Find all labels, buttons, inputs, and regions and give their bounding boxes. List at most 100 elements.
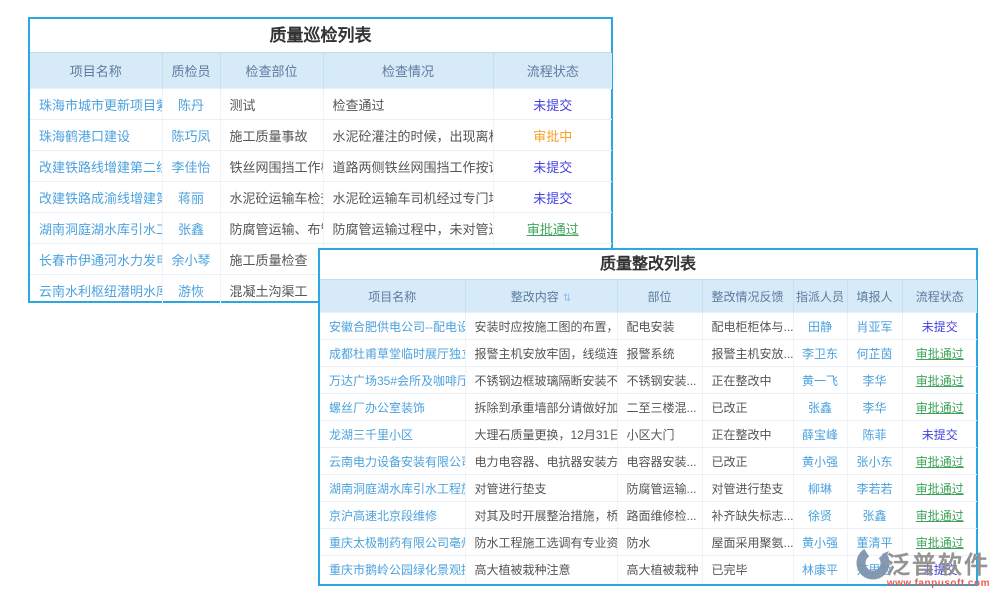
rectify-content-cell: 安装时应按施工图的布置，将...	[465, 313, 617, 340]
inspection-part-cell: 测试	[220, 89, 323, 120]
col-inspection-part: 检查部位	[220, 53, 323, 89]
col-assignee: 指派人员	[793, 280, 847, 313]
inspection-detail-cell: 检查通过	[323, 89, 493, 120]
project-name-cell[interactable]: 改建铁路成渝线增建第...	[30, 182, 162, 213]
project-name-cell[interactable]: 长春市伊通河水力发电...	[30, 244, 162, 275]
part-cell: 路面维修检...	[617, 502, 702, 529]
reporter-cell[interactable]: 陈菲	[847, 421, 902, 448]
status-cell[interactable]: 未提交	[902, 313, 977, 340]
inspection-part-cell: 施工质量检查	[220, 244, 323, 275]
status-cell[interactable]: 未提交	[493, 151, 612, 182]
rectify-content-cell: 对管进行垫支	[465, 475, 617, 502]
inspection-detail-cell: 道路两侧铁丝网围挡工作按设计...	[323, 151, 493, 182]
status-cell[interactable]: 审批通过	[902, 448, 977, 475]
reporter-cell[interactable]: 何芷茵	[847, 340, 902, 367]
inspector-cell[interactable]: 陈巧凤	[162, 120, 220, 151]
fanpu-logo-icon	[856, 546, 890, 580]
reporter-cell[interactable]: 李华	[847, 367, 902, 394]
assignee-cell[interactable]: 黄小强	[793, 448, 847, 475]
inspector-cell[interactable]: 余小琴	[162, 244, 220, 275]
table-row: 成都杜甫草堂临时展厅独立展...报警主机安放牢固，线缆连接...报警系统报警主机…	[320, 340, 977, 367]
project-name-cell[interactable]: 珠海市城市更新项目紫...	[30, 89, 162, 120]
assignee-cell[interactable]: 林康平	[793, 556, 847, 583]
assignee-cell[interactable]: 田静	[793, 313, 847, 340]
part-cell: 防腐管运输...	[617, 475, 702, 502]
status-cell[interactable]: 审批通过	[902, 394, 977, 421]
part-cell: 二至三楼混...	[617, 394, 702, 421]
project-name-cell[interactable]: 重庆市鹅岭公园绿化景观提升...	[320, 556, 465, 583]
status-cell[interactable]: 审批中	[493, 120, 612, 151]
part-cell: 小区大门	[617, 421, 702, 448]
project-name-cell[interactable]: 成都杜甫草堂临时展厅独立展...	[320, 340, 465, 367]
col-rectify-content[interactable]: 整改内容⇅	[465, 280, 617, 313]
assignee-cell[interactable]: 柳琳	[793, 475, 847, 502]
rectify-content-cell: 高大植被栽种注意	[465, 556, 617, 583]
project-name-cell[interactable]: 京沪高速北京段维修	[320, 502, 465, 529]
inspector-cell[interactable]: 李佳怡	[162, 151, 220, 182]
fanpu-watermark: 泛普软件 www.fanpusoft.com	[856, 545, 990, 589]
project-name-cell[interactable]: 龙湖三千里小区	[320, 421, 465, 448]
status-cell[interactable]: 审批通过	[493, 213, 612, 244]
col-inspector: 质检员	[162, 53, 220, 89]
status-cell[interactable]: 未提交	[493, 89, 612, 120]
assignee-cell[interactable]: 李卫东	[793, 340, 847, 367]
table-row: 云南电力设备安装有限公司20...电力电容器、电抗器安装方案,...电容器安装.…	[320, 448, 977, 475]
inspector-cell[interactable]: 张鑫	[162, 213, 220, 244]
assignee-cell[interactable]: 徐贤	[793, 502, 847, 529]
col-feedback: 整改情况反馈	[702, 280, 793, 313]
col-flow-status: 流程状态	[493, 53, 612, 89]
status-cell[interactable]: 未提交	[902, 421, 977, 448]
inspector-cell[interactable]: 陈丹	[162, 89, 220, 120]
project-name-cell[interactable]: 螺丝厂办公室装饰	[320, 394, 465, 421]
rectify-content-cell: 大理石质量更换，12月31日之...	[465, 421, 617, 448]
fanpu-url-text: www.fanpusoft.com	[887, 578, 990, 589]
inspector-cell[interactable]: 游恢	[162, 275, 220, 306]
feedback-cell: 配电柜柜体与...	[702, 313, 793, 340]
status-cell[interactable]: 审批通过	[902, 367, 977, 394]
feedback-cell: 正在整改中	[702, 421, 793, 448]
reporter-cell[interactable]: 肖亚军	[847, 313, 902, 340]
reporter-cell[interactable]: 张鑫	[847, 502, 902, 529]
inspector-cell[interactable]: 蒋丽	[162, 182, 220, 213]
reporter-cell[interactable]: 李华	[847, 394, 902, 421]
status-cell[interactable]: 未提交	[493, 182, 612, 213]
table-row: 万达广场35#会所及咖啡厅空...不锈钢边框玻璃隔断安装不牢...不锈钢安装..…	[320, 367, 977, 394]
project-name-cell[interactable]: 安徽合肥供电公司--配电设备...	[320, 313, 465, 340]
assignee-cell[interactable]: 薛宝峰	[793, 421, 847, 448]
rectify-content-cell: 不锈钢边框玻璃隔断安装不牢...	[465, 367, 617, 394]
part-cell: 高大植被栽种	[617, 556, 702, 583]
feedback-cell: 正在整改中	[702, 367, 793, 394]
rectification-table: 项目名称 整改内容⇅ 部位 整改情况反馈 指派人员 填报人 流程状态 安徽合肥供…	[320, 280, 977, 583]
assignee-cell[interactable]: 黄小强	[793, 529, 847, 556]
project-name-cell[interactable]: 重庆太极制药有限公司亳州中...	[320, 529, 465, 556]
status-cell[interactable]: 审批通过	[902, 340, 977, 367]
part-cell: 电容器安装...	[617, 448, 702, 475]
col-reporter: 填报人	[847, 280, 902, 313]
col-part: 部位	[617, 280, 702, 313]
rectification-panel: 质量整改列表 项目名称 整改内容⇅ 部位 整改情况反馈 指派人员 填报人 流程状…	[318, 248, 978, 586]
sort-icon[interactable]: ⇅	[563, 293, 571, 304]
reporter-cell[interactable]: 李若若	[847, 475, 902, 502]
rectification-tbody: 安徽合肥供电公司--配电设备...安装时应按施工图的布置，将...配电安装配电柜…	[320, 313, 977, 583]
table-row: 京沪高速北京段维修对其及时开展整治措施，桥头...路面维修检...补齐缺失标志.…	[320, 502, 977, 529]
project-name-cell[interactable]: 云南水利枢纽潜明水库...	[30, 275, 162, 306]
status-cell[interactable]: 审批通过	[902, 475, 977, 502]
project-name-cell[interactable]: 湖南洞庭湖水库引水工程施工标	[320, 475, 465, 502]
project-name-cell[interactable]: 万达广场35#会所及咖啡厅空...	[320, 367, 465, 394]
assignee-cell[interactable]: 张鑫	[793, 394, 847, 421]
reporter-cell[interactable]: 张小东	[847, 448, 902, 475]
inspection-part-cell: 水泥砼运输车检查	[220, 182, 323, 213]
project-name-cell[interactable]: 湖南洞庭湖水库引水工...	[30, 213, 162, 244]
project-name-cell[interactable]: 改建铁路线增建第二线...	[30, 151, 162, 182]
rectify-content-cell: 对其及时开展整治措施，桥头...	[465, 502, 617, 529]
assignee-cell[interactable]: 黄一飞	[793, 367, 847, 394]
rectify-content-cell: 电力电容器、电抗器安装方案,...	[465, 448, 617, 475]
feedback-cell: 已完毕	[702, 556, 793, 583]
project-name-cell[interactable]: 珠海鹤港口建设	[30, 120, 162, 151]
table-row: 龙湖三千里小区大理石质量更换，12月31日之...小区大门正在整改中薛宝峰陈菲未…	[320, 421, 977, 448]
table-row: 湖南洞庭湖水库引水工程施工标对管进行垫支防腐管运输...对管进行垫支柳琳李若若审…	[320, 475, 977, 502]
feedback-cell: 补齐缺失标志...	[702, 502, 793, 529]
table-row: 改建铁路线增建第二线...李佳怡铁丝网围挡工作检查道路两侧铁丝网围挡工作按设计.…	[30, 151, 612, 182]
project-name-cell[interactable]: 云南电力设备安装有限公司20...	[320, 448, 465, 475]
status-cell[interactable]: 审批通过	[902, 502, 977, 529]
